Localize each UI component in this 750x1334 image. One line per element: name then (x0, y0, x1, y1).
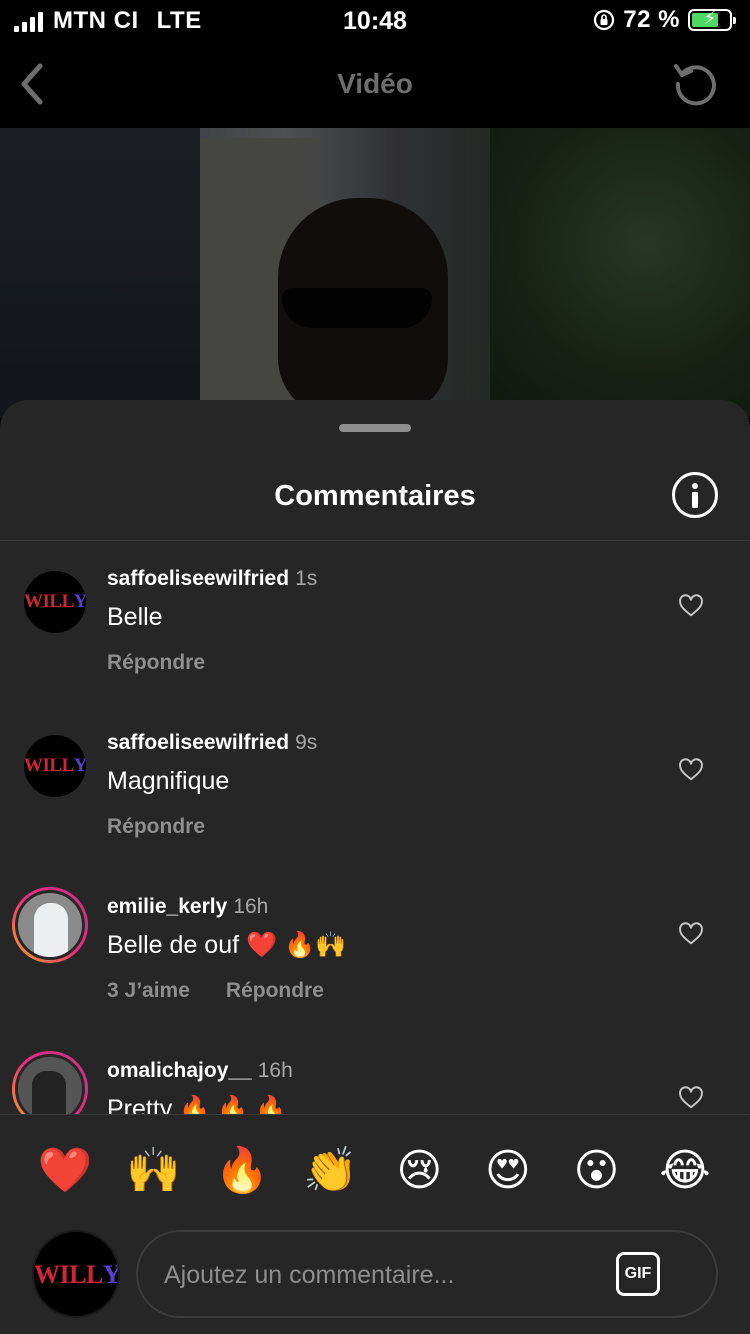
heart-icon[interactable] (678, 921, 704, 947)
emoji-crying-button[interactable]: 😢 (388, 1140, 450, 1202)
comment-item: WILLY saffoeliseewilfried 9s Magnifique R… (0, 705, 750, 869)
avatar-photo (32, 1071, 66, 1114)
gif-button[interactable]: GIF (616, 1252, 660, 1296)
orientation-lock-icon (594, 9, 615, 31)
status-bar: MTN CI LTE 10:48 72 % ⚡ (0, 0, 750, 40)
avatar-logo: WILLY (34, 1260, 120, 1289)
avatar-photo (34, 903, 68, 957)
comment-input-container: GIF (136, 1230, 718, 1318)
composer-avatar: WILLY (32, 1230, 120, 1318)
emoji-fire-button[interactable]: 🔥 (211, 1140, 273, 1202)
reply-button[interactable]: Répondre (226, 979, 324, 1003)
sheet-drag-handle[interactable] (339, 424, 411, 432)
avatar-logo: WILLY (24, 755, 86, 776)
reply-button[interactable]: Répondre (107, 651, 205, 675)
charging-bolt-icon: ⚡ (703, 8, 717, 28)
comments-sheet: Commentaires WILLY saffoeliseewilfried 1s… (0, 400, 750, 1334)
comment-text: Belle (107, 603, 163, 631)
avatar-logo: WILLY (24, 591, 86, 612)
comment-username[interactable]: saffoeliseewilfried (107, 567, 289, 590)
avatar[interactable] (12, 1051, 88, 1114)
heart-icon[interactable] (678, 593, 704, 619)
comment-item: WILLY saffoeliseewilfried 1s Belle Répond… (0, 541, 750, 705)
comment-input[interactable] (162, 1252, 606, 1298)
comment-text: Belle de ouf ❤️ 🔥🙌 (107, 931, 347, 959)
comment-text: Magnifique (107, 767, 230, 795)
avatar[interactable] (12, 887, 88, 963)
nav-bar: Vidéo (0, 40, 750, 128)
sheet-title: Commentaires (274, 480, 476, 512)
battery-percent: 72 % (623, 6, 680, 33)
emoji-surprised-button[interactable]: 😮 (565, 1140, 627, 1202)
emoji-heart-eyes-button[interactable]: 😍 (477, 1140, 539, 1202)
avatar[interactable]: WILLY (24, 735, 86, 797)
comment-time: 16h (257, 1059, 293, 1082)
avatar[interactable]: WILLY (24, 571, 86, 633)
divider (0, 1114, 750, 1115)
heart-icon[interactable] (678, 1085, 704, 1111)
comment-time: 16h (233, 895, 269, 918)
heart-icon[interactable] (678, 757, 704, 783)
emoji-clap-button[interactable]: 👏 (300, 1140, 362, 1202)
emoji-laughing-button[interactable]: 😂 (654, 1140, 716, 1202)
emoji-heart-button[interactable]: ❤️ (34, 1140, 96, 1202)
comments-list[interactable]: WILLY saffoeliseewilfried 1s Belle Répond… (0, 541, 750, 1114)
reply-button[interactable]: Répondre (107, 815, 205, 839)
comment-time: 9s (295, 731, 318, 754)
emoji-raised-hands-button[interactable]: 🙌 (123, 1140, 185, 1202)
comment-username[interactable]: emilie_kerly (107, 895, 227, 918)
battery-icon: ⚡ (688, 8, 736, 31)
likes-count[interactable]: 3 J’aime (107, 979, 190, 1003)
info-icon[interactable] (672, 472, 718, 518)
comment-item: omalichajoy__ 16h Pretty 🔥 🔥 🔥 (0, 1033, 750, 1114)
comment-time: 1s (295, 567, 318, 590)
comment-username[interactable]: omalichajoy__ (107, 1059, 252, 1082)
reload-icon[interactable] (672, 60, 720, 108)
comment-item: emilie_kerly 16h Belle de ouf ❤️ 🔥🙌 3 J’a… (0, 869, 750, 1033)
video-preview[interactable] (0, 128, 750, 418)
emoji-reaction-bar: ❤️ 🙌 🔥 👏 😢 😍 😮 😂 (0, 1140, 750, 1202)
comment-username[interactable]: saffoeliseewilfried (107, 731, 289, 754)
status-right: 72 % ⚡ (593, 6, 736, 34)
page-title: Vidéo (337, 68, 413, 99)
comment-text: Pretty 🔥 🔥 🔥 (107, 1095, 287, 1114)
